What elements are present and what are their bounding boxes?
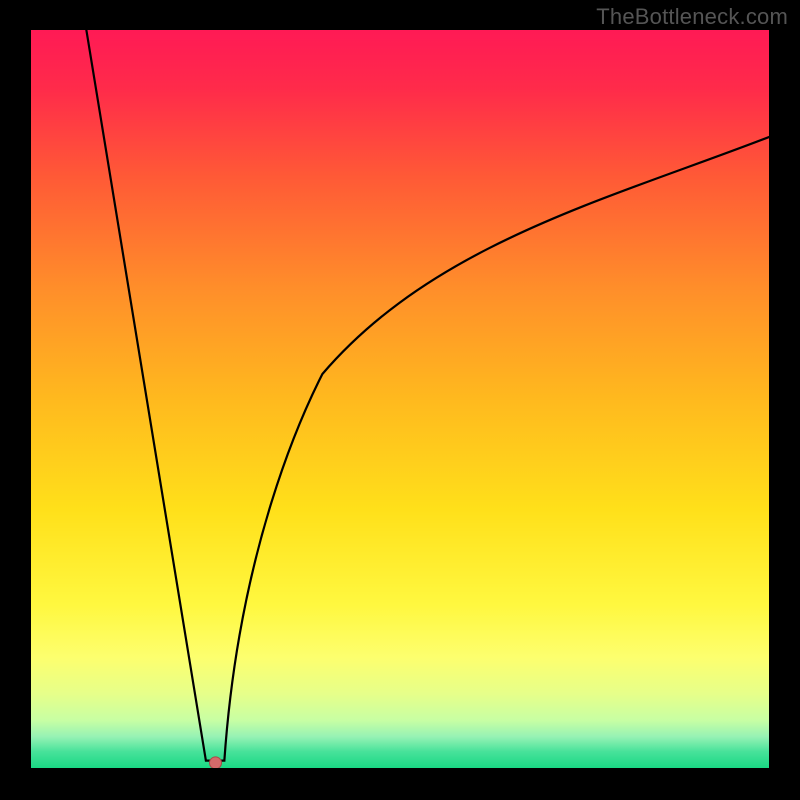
curve-layer: [31, 30, 769, 768]
watermark-text: TheBottleneck.com: [596, 4, 788, 30]
bottleneck-curve: [86, 30, 769, 761]
plot-area: [31, 30, 769, 768]
optimum-marker: [210, 757, 222, 768]
